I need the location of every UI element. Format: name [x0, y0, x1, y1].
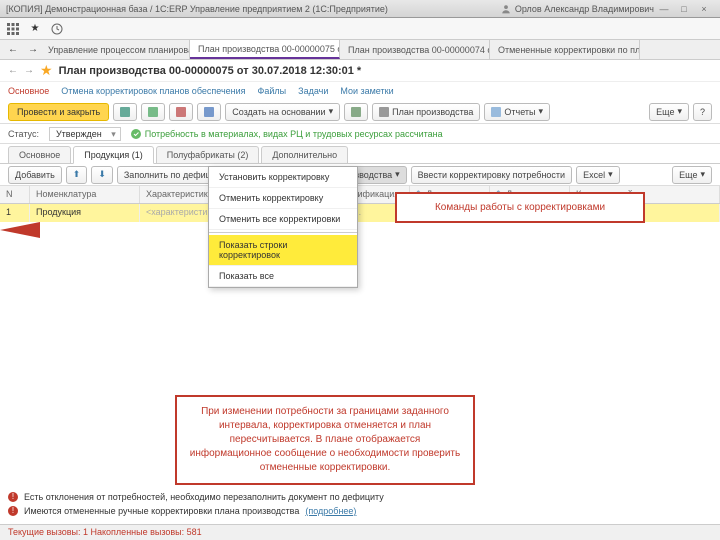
nav-back-icon[interactable]: ← — [8, 65, 18, 76]
app-tabs: ← → Управление процессом планирования× П… — [0, 40, 720, 60]
menu-set-corr[interactable]: Установить корректировку — [209, 167, 357, 188]
nav-back-icon[interactable]: ← — [4, 40, 22, 58]
window-title: [КОПИЯ] Демонстрационная база / 1С:ERP У… — [6, 4, 388, 14]
status-footer: Текущие вызовы: 1 Накопленные вызовы: 58… — [0, 524, 720, 540]
unpost-icon — [176, 107, 186, 117]
close-button[interactable]: × — [694, 4, 714, 14]
menu-show-all[interactable]: Показать все — [209, 266, 357, 287]
details-link[interactable]: (подробнее) — [305, 506, 356, 516]
unpost-button[interactable] — [169, 103, 193, 121]
alert-icon: ! — [8, 492, 18, 502]
link-tasks[interactable]: Задачи — [298, 86, 328, 96]
post-icon — [148, 107, 158, 117]
user-icon — [501, 4, 511, 14]
doc-tabs: Основное Продукция (1) Полуфабрикаты (2)… — [0, 144, 720, 164]
excel-button[interactable]: Excel ▾ — [576, 166, 620, 184]
alert-icon: ! — [8, 506, 18, 516]
maximize-button[interactable]: □ — [674, 4, 694, 14]
save-icon — [120, 107, 130, 117]
correction-dropdown: Установить корректировку Отменить коррек… — [208, 166, 358, 288]
nav-fwd-icon[interactable]: → — [24, 40, 42, 58]
callout-arrow — [0, 222, 40, 238]
menu-show-corr-rows[interactable]: Показать строки корректировок — [209, 235, 357, 266]
col-n[interactable]: N — [0, 186, 30, 203]
grid-more-button[interactable]: Еще ▾ — [672, 166, 712, 184]
add-button[interactable]: Добавить — [8, 166, 62, 184]
callout-corrections: Команды работы с корректировками — [395, 192, 645, 223]
link-cancel-corr[interactable]: Отмена корректировок планов обеспечения — [61, 86, 245, 96]
app-tab[interactable]: План производства 00-00000075 от 30.07.2… — [190, 40, 340, 59]
more-button[interactable]: Еще ▾ — [649, 103, 689, 121]
main-link[interactable]: Основное — [8, 86, 49, 96]
check-icon — [131, 129, 141, 139]
col-nom[interactable]: Номенклатура — [30, 186, 140, 203]
enter-correction-button[interactable]: Ввести корректировку потребности — [411, 166, 572, 184]
save-button[interactable] — [113, 103, 137, 121]
user-indicator[interactable]: Орлов Александр Владимирович — [501, 4, 654, 14]
action-bar: Провести и закрыть Создать на основании … — [0, 100, 720, 124]
reports-button[interactable]: Отчеты ▾ — [484, 103, 550, 121]
tab-extra[interactable]: Дополнительно — [261, 146, 348, 163]
tree-icon — [351, 107, 361, 117]
tab-main[interactable]: Основное — [8, 146, 71, 163]
star-icon[interactable]: ★ — [40, 62, 53, 79]
doc-nav-links: Основное Отмена корректировок планов обе… — [0, 82, 720, 100]
minimize-button[interactable]: — — [654, 4, 674, 14]
save-close-button[interactable]: Провести и закрыть — [8, 103, 109, 121]
help-button[interactable]: ? — [693, 103, 712, 121]
favorite-icon[interactable]: ★ — [26, 20, 44, 38]
window-titlebar: [КОПИЯ] Демонстрационная база / 1С:ERP У… — [0, 0, 720, 18]
status-select[interactable]: Утвержден ▾ — [49, 127, 121, 141]
apps-icon[interactable] — [4, 20, 22, 38]
report-icon — [491, 107, 501, 117]
note-cancelled: ! Имеются отмененные ручные корректировк… — [8, 504, 712, 518]
app-tab[interactable]: Управление процессом планирования× — [40, 40, 190, 59]
up-button[interactable]: ⬆ — [66, 166, 88, 184]
nav-fwd-icon[interactable]: → — [24, 65, 34, 76]
post-button[interactable] — [141, 103, 165, 121]
doc-header: ← → ★ План производства 00-00000075 от 3… — [0, 60, 720, 82]
doc-title: План производства 00-00000075 от 30.07.2… — [59, 65, 362, 77]
tab-semi[interactable]: Полуфабрикаты (2) — [156, 146, 260, 163]
app-tab[interactable]: Отмененные корректировки по плану: Пла…× — [490, 40, 640, 59]
main-toolbar: ★ — [0, 18, 720, 40]
status-info: Потребность в материалах, видах РЦ и тру… — [131, 129, 443, 139]
status-label: Статус: — [8, 129, 39, 139]
movements-button[interactable] — [197, 103, 221, 121]
menu-cancel-corr[interactable]: Отменить корректировку — [209, 188, 357, 209]
history-icon[interactable] — [48, 20, 66, 38]
create-based-button[interactable]: Создать на основании ▾ — [225, 103, 340, 121]
print-icon — [379, 107, 389, 117]
movements-icon — [204, 107, 214, 117]
note-deviation: ! Есть отклонения от потребностей, необх… — [8, 490, 712, 504]
status-bar: Статус: Утвержден ▾ Потребность в матери… — [0, 124, 720, 144]
tab-products[interactable]: Продукция (1) — [73, 146, 154, 164]
down-button[interactable]: ⬇ — [91, 166, 113, 184]
print-plan-button[interactable]: План производства — [372, 103, 480, 121]
menu-separator — [209, 232, 357, 233]
callout-explanation: При изменении потребности за границами з… — [175, 395, 475, 485]
link-files[interactable]: Файлы — [258, 86, 287, 96]
link-notes[interactable]: Мои заметки — [340, 86, 393, 96]
grid-toolbar: Добавить ⬆ ⬇ Заполнить по дефициту Корре… — [0, 164, 720, 186]
app-tab[interactable]: План производства 00-00000074 от 24.07.2… — [340, 40, 490, 59]
footer-notes: ! Есть отклонения от потребностей, необх… — [8, 490, 712, 518]
menu-cancel-all[interactable]: Отменить все корректировки — [209, 209, 357, 230]
structure-button[interactable] — [344, 103, 368, 121]
